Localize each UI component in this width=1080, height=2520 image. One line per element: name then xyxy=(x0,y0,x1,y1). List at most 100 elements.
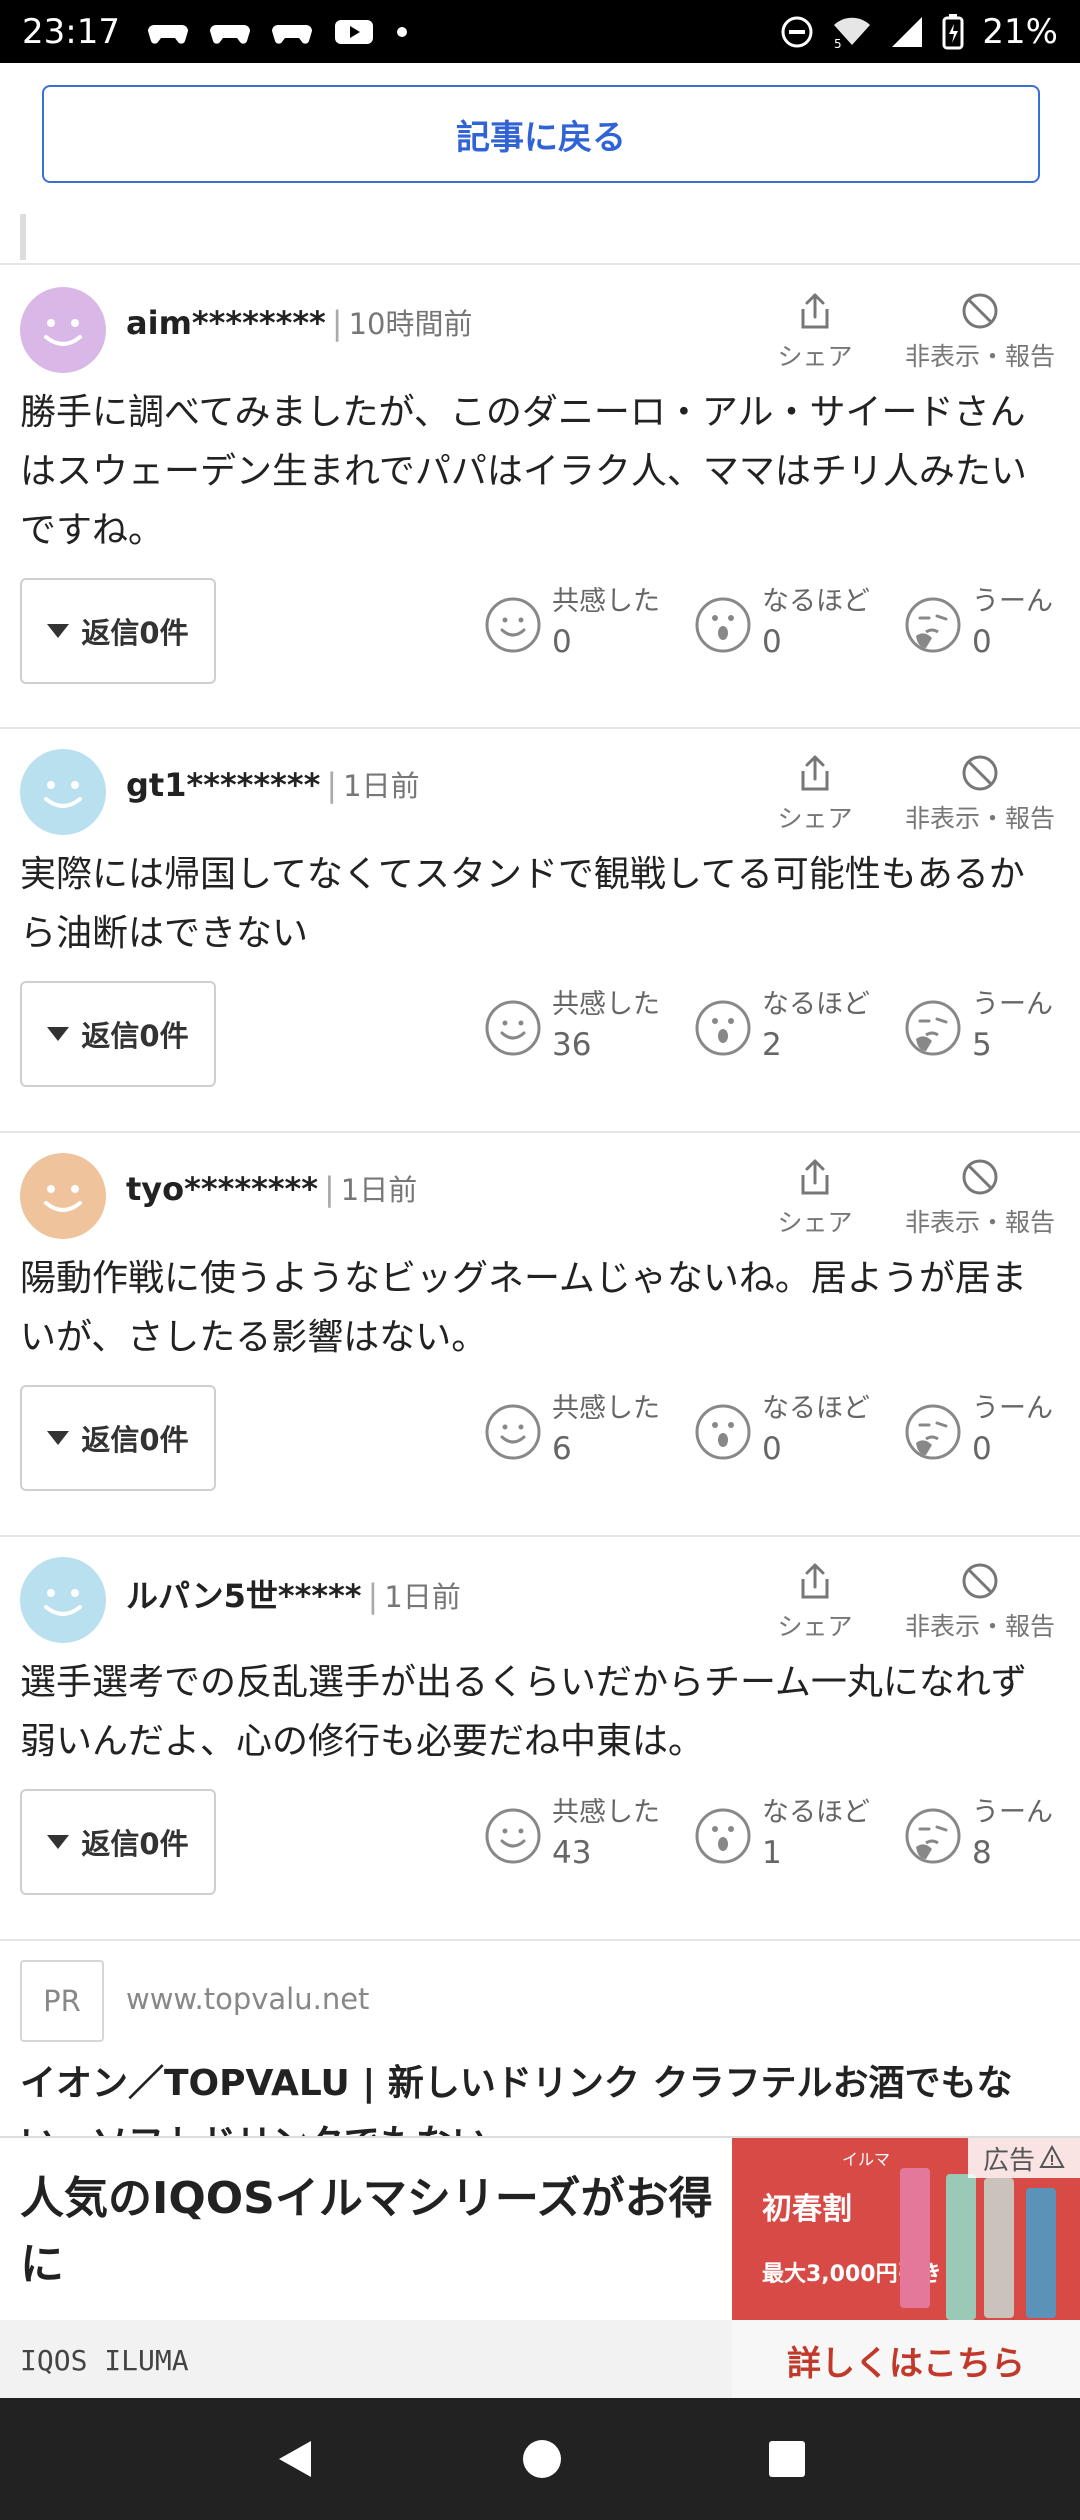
share-icon xyxy=(801,293,829,329)
block-icon xyxy=(962,755,998,791)
uun-reaction[interactable]: うーん 5 xyxy=(904,985,1053,1065)
ad-cta-button[interactable]: 詳しくはこちら xyxy=(732,2320,1080,2400)
uun-reaction[interactable]: うーん 8 xyxy=(904,1793,1053,1873)
naruhodo-reaction[interactable]: なるほど 0 xyxy=(694,1389,870,1469)
naruhodo-reaction[interactable]: なるほど 2 xyxy=(694,985,870,1065)
reply-label: 返信0件 xyxy=(81,1019,189,1053)
dnd-icon xyxy=(781,16,813,47)
ad-product-pink xyxy=(900,2168,930,2308)
avatar[interactable] xyxy=(20,749,106,835)
comment-text: 陽動作戦に使うようなビッグネームじゃないね。居ようが居まいが、さしたる影響はない… xyxy=(20,1258,1027,1358)
recents-nav-icon[interactable] xyxy=(767,2439,807,2479)
notification-icons xyxy=(147,17,408,47)
game-controller-icon xyxy=(271,24,312,44)
pr-item[interactable]: PR www.topvalu.net イオン／TOPVALU | 新しいドリンク… xyxy=(0,1942,1080,2136)
empathy-face-icon xyxy=(485,1808,541,1864)
reply-button[interactable]: 返信0件 xyxy=(20,578,216,684)
share-icon xyxy=(801,755,829,791)
reply-button[interactable]: 返信0件 xyxy=(20,1385,216,1491)
share-label: シェア xyxy=(777,1612,853,1641)
comment-item: ルパン5世***** | 1日前 シェア 非表示・報告 選手選考での反乱選手が出るくらいだ… xyxy=(0,1535,1080,1939)
uun-label: うーん xyxy=(972,1393,1053,1424)
username[interactable]: ルパン5世***** xyxy=(126,1577,362,1615)
ad-label-text: 広告 xyxy=(982,2145,1035,2176)
empathy-face-icon xyxy=(485,597,541,653)
uun-count: 5 xyxy=(972,1027,992,1063)
status-time: 23:17 xyxy=(22,11,120,52)
naruhodo-count: 0 xyxy=(762,624,782,660)
ad-label[interactable]: 広告 xyxy=(968,2138,1080,2178)
hide-report-label: 非表示・報告 xyxy=(904,342,1055,371)
username[interactable]: gt1******** xyxy=(126,766,320,804)
dot-icon xyxy=(396,26,407,37)
share-button[interactable]: シェア xyxy=(770,291,860,373)
separator: | xyxy=(324,1170,335,1208)
empathy-count: 36 xyxy=(552,1027,592,1063)
share-icon xyxy=(801,1159,829,1195)
comment-time: 1日前 xyxy=(384,1580,461,1614)
back-nav-icon[interactable] xyxy=(273,2437,317,2481)
username[interactable]: tyo******** xyxy=(126,1170,318,1208)
empathy-reaction[interactable]: 共感した 0 xyxy=(484,582,660,662)
uun-face-icon xyxy=(905,1000,961,1056)
naruhodo-label: なるほど xyxy=(762,586,870,617)
reply-label: 返信0件 xyxy=(81,616,189,650)
empathy-label: 共感した xyxy=(552,586,660,617)
uun-reaction[interactable]: うーん 0 xyxy=(904,582,1053,662)
hide-report-label: 非表示・報告 xyxy=(904,1612,1055,1641)
avatar[interactable] xyxy=(20,1153,106,1239)
navigation-bar xyxy=(0,2398,1080,2520)
avatar[interactable] xyxy=(20,287,106,373)
divider-mark xyxy=(20,214,26,260)
uun-label: うーん xyxy=(972,1797,1053,1828)
naruhodo-label: なるほど xyxy=(762,1797,870,1828)
reply-button[interactable]: 返信0件 xyxy=(20,1789,216,1895)
naruhodo-face-icon xyxy=(695,597,751,653)
share-label: シェア xyxy=(777,342,853,371)
ad-headline[interactable]: 人気のIQOSイルマシリーズがお得に xyxy=(20,2166,720,2298)
pr-domain: www.topvalu.net xyxy=(126,1982,370,2016)
comment-time: 10時間前 xyxy=(348,307,473,341)
naruhodo-reaction[interactable]: なるほど 0 xyxy=(694,582,870,662)
empathy-reaction[interactable]: 共感した 36 xyxy=(484,985,660,1065)
comment-header: tyo******** | 1日前 xyxy=(126,1167,417,1209)
hide-report-button[interactable]: 非表示・報告 xyxy=(895,753,1065,835)
uun-label: うーん xyxy=(972,989,1053,1020)
ad-product-gray xyxy=(984,2178,1014,2318)
share-button[interactable]: シェア xyxy=(770,1157,860,1239)
back-to-article-button[interactable]: 記事に戻る xyxy=(42,85,1040,183)
pr-title[interactable]: イオン／TOPVALU | 新しいドリンク クラフテルお酒でもない、ソフトドリン… xyxy=(20,2054,1060,2136)
comment-time: 1日前 xyxy=(343,769,420,803)
uun-face-icon xyxy=(905,597,961,653)
empathy-count: 6 xyxy=(552,1431,572,1467)
uun-face-icon xyxy=(905,1404,961,1460)
pr-badge: PR xyxy=(20,1960,104,2042)
game-controller-icon xyxy=(147,24,188,44)
back-section: 記事に戻る xyxy=(0,63,1080,201)
empathy-reaction[interactable]: 共感した 6 xyxy=(484,1389,660,1469)
ad-banner[interactable]: 人気のIQOSイルマシリーズがお得に IQOS ILUMA イルマ 初春割 最大… xyxy=(0,2136,1080,2400)
triangle-down-icon xyxy=(47,1027,70,1041)
comment-item: aim******** | 10時間前 シェア 非表示・報告 勝手に調べてみましたが、この… xyxy=(0,265,1080,727)
reply-button[interactable]: 返信0件 xyxy=(20,981,216,1087)
avatar[interactable] xyxy=(20,1557,106,1643)
home-nav-icon[interactable] xyxy=(522,2439,562,2479)
uun-reaction[interactable]: うーん 0 xyxy=(904,1389,1053,1469)
username[interactable]: aim******** xyxy=(126,304,326,342)
comment-text: 実際には帰国してなくてスタンドで観戦してる可能性もあるから油断はできない xyxy=(20,854,1025,954)
youtube-icon xyxy=(334,19,373,44)
hide-report-button[interactable]: 非表示・報告 xyxy=(895,1561,1065,1643)
comment-item: gt1******** | 1日前 シェア 非表示・報告 実際には帰国してなくてスタンドで… xyxy=(0,727,1080,1131)
naruhodo-reaction[interactable]: なるほど 1 xyxy=(694,1793,870,1873)
share-icon xyxy=(801,1563,829,1599)
uun-face-icon xyxy=(905,1808,961,1864)
empathy-label: 共感した xyxy=(552,1393,660,1424)
empathy-reaction[interactable]: 共感した 43 xyxy=(484,1793,660,1873)
hide-report-button[interactable]: 非表示・報告 xyxy=(895,291,1065,373)
hide-report-button[interactable]: 非表示・報告 xyxy=(895,1157,1065,1239)
share-button[interactable]: シェア xyxy=(770,753,860,835)
naruhodo-label: なるほど xyxy=(762,989,870,1020)
empathy-label: 共感した xyxy=(552,1797,660,1828)
divider xyxy=(0,1939,1080,1941)
share-button[interactable]: シェア xyxy=(770,1561,860,1643)
